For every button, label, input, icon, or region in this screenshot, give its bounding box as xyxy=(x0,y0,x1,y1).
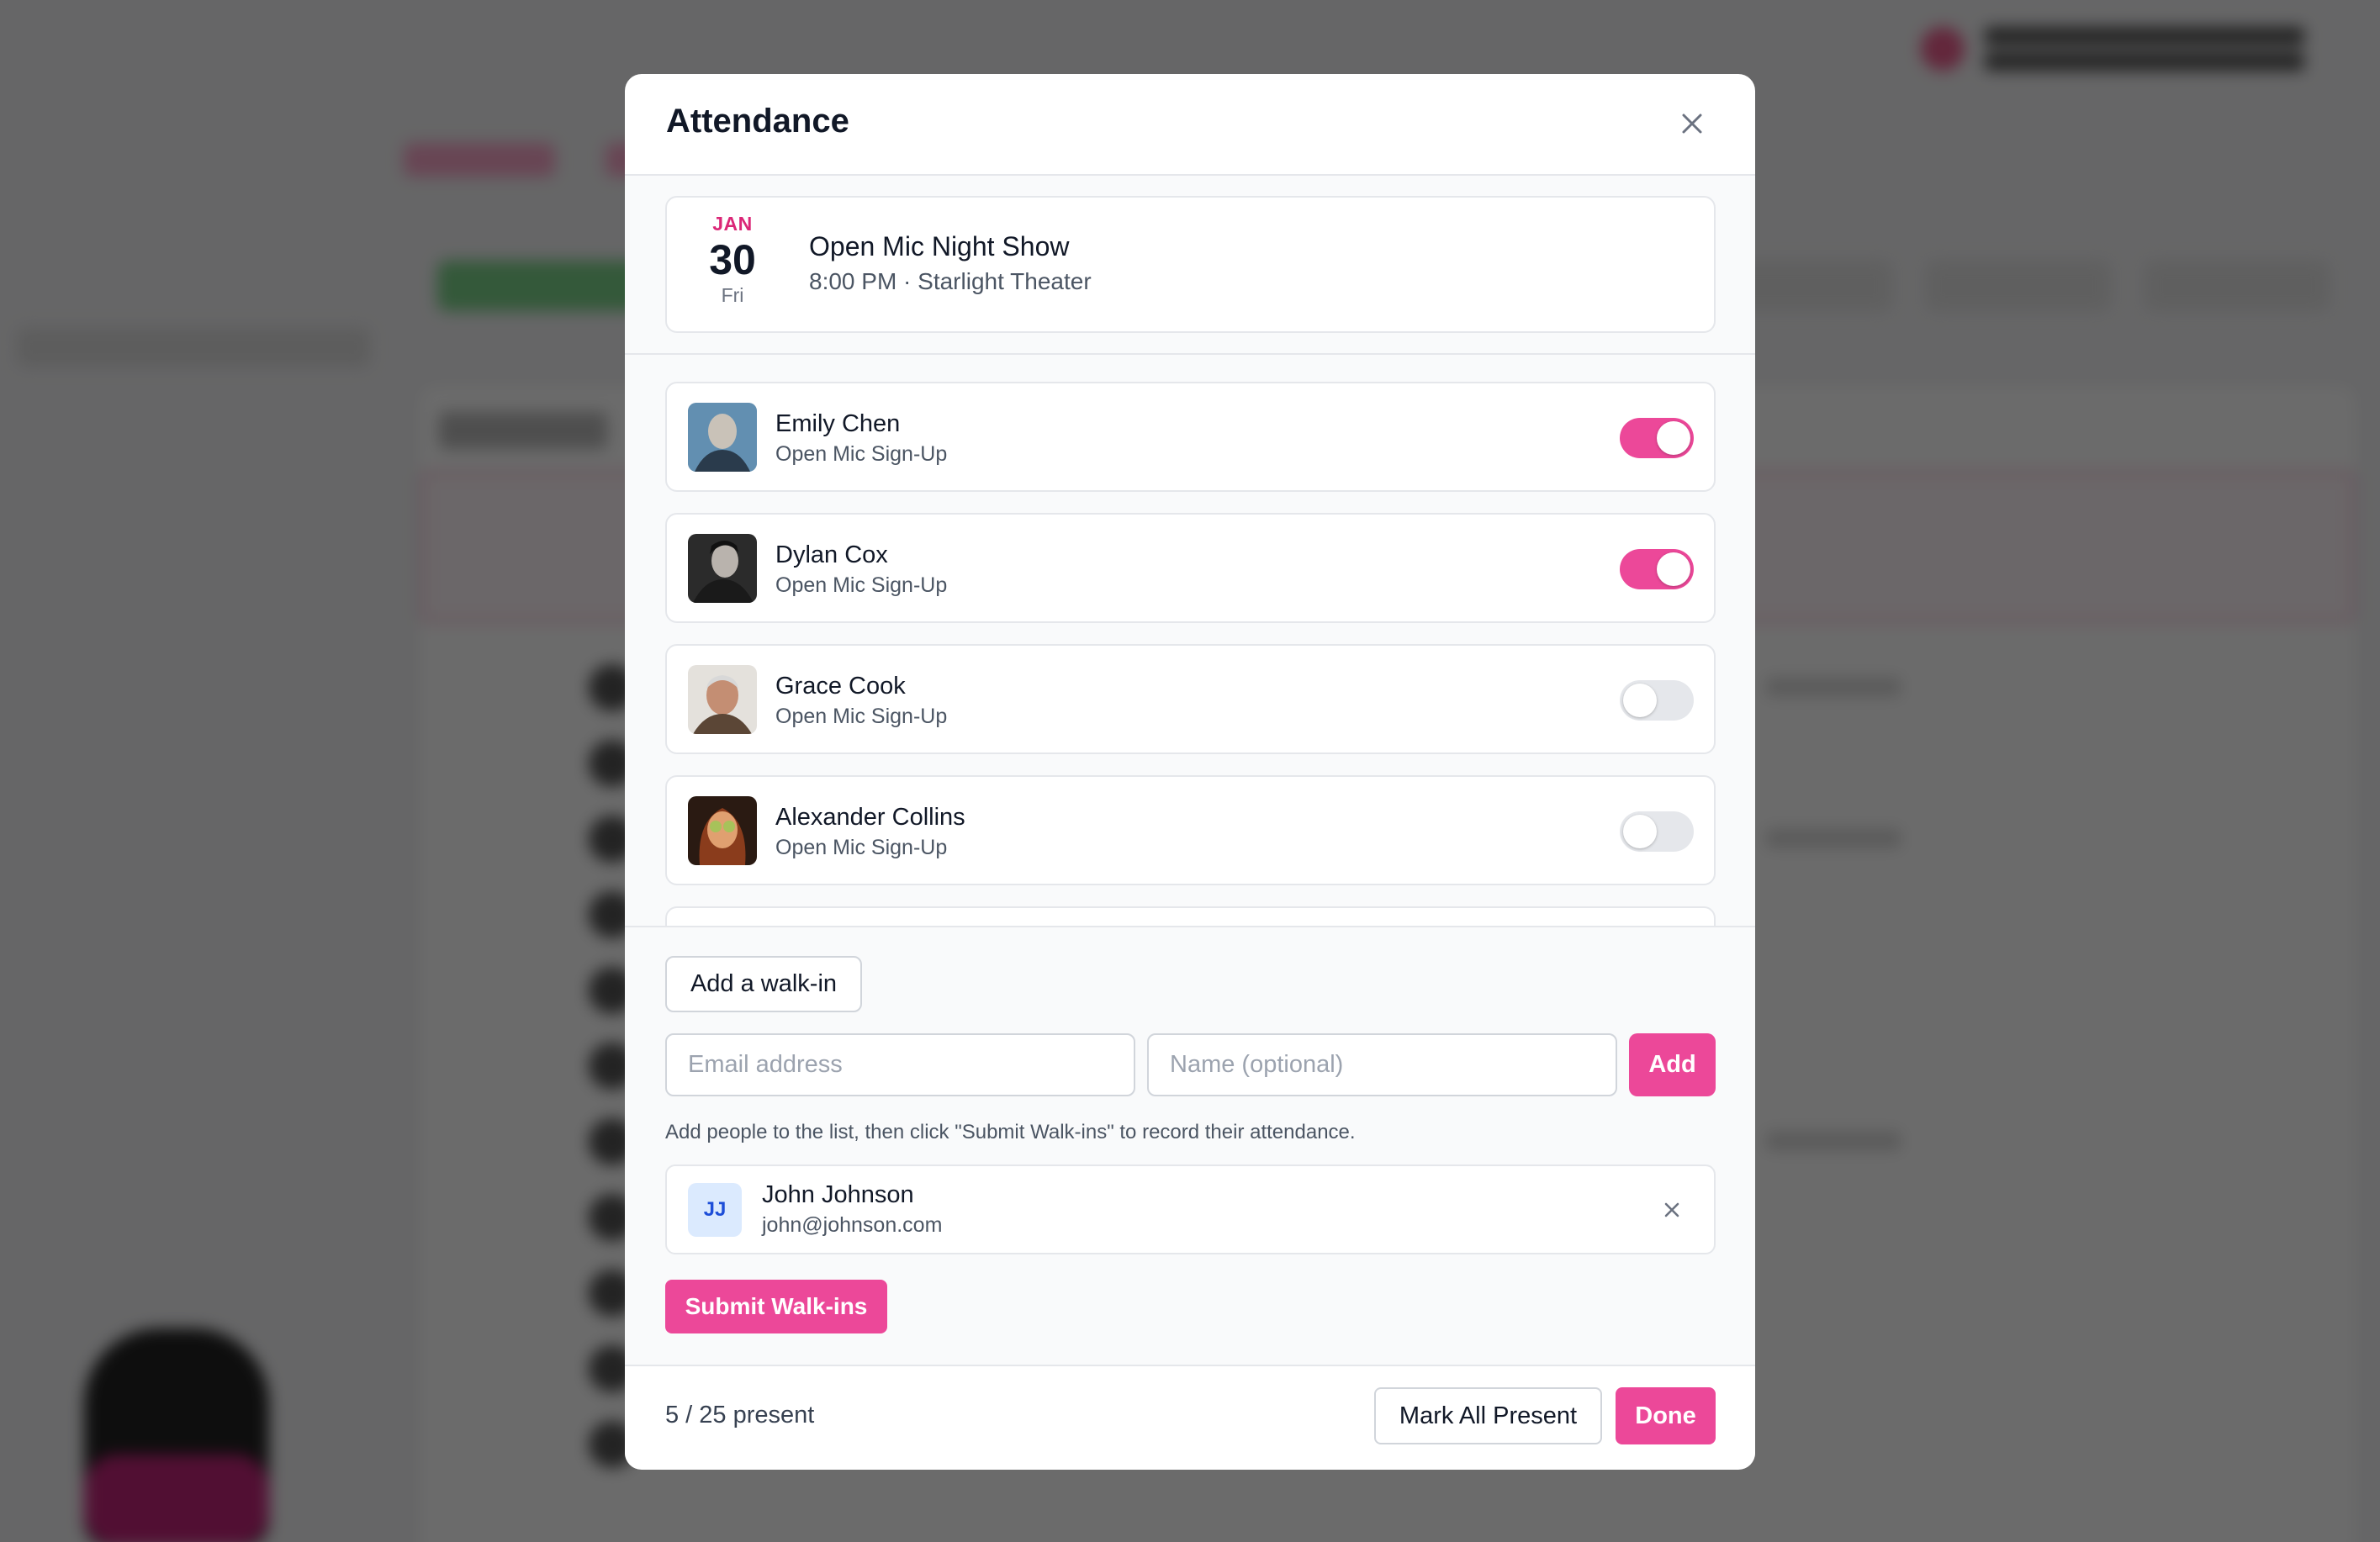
present-count: 5 / 25 present xyxy=(665,1402,815,1428)
attendee-name: Emily Chen xyxy=(775,410,901,437)
modal-title: Attendance xyxy=(666,103,849,140)
avatar xyxy=(688,665,757,734)
event-time-venue: 8:00 PM · Starlight Theater xyxy=(809,268,1092,294)
avatar xyxy=(688,796,757,865)
present-toggle[interactable] xyxy=(1620,418,1694,458)
attendee-list[interactable]: Emily Chen Open Mic Sign-Up Dylan Cox Op… xyxy=(625,355,1755,927)
attendee-row: Dylan Cox Open Mic Sign-Up xyxy=(665,513,1716,623)
attendee-source: Open Mic Sign-Up xyxy=(775,836,948,859)
attendee-row: Emily Chen Open Mic Sign-Up xyxy=(665,382,1716,492)
attendee-row: Alexander Collins Open Mic Sign-Up xyxy=(665,775,1716,885)
event-date: JAN 30 Fri xyxy=(692,213,773,307)
add-walkin-button[interactable]: Add a walk-in xyxy=(665,956,862,1012)
attendance-modal: Attendance JAN 30 Fri Open Mic Night Sho… xyxy=(625,74,1755,1470)
attendee-name: Dylan Cox xyxy=(775,541,888,568)
present-toggle[interactable] xyxy=(1620,811,1694,852)
walkin-section: Add a walk-in Add Add people to the list… xyxy=(625,927,1755,1366)
attendee-row xyxy=(665,906,1716,926)
add-button[interactable]: Add xyxy=(1629,1033,1716,1096)
event-name: Open Mic Night Show xyxy=(809,231,1070,261)
event-month: JAN xyxy=(712,213,753,235)
event-section: JAN 30 Fri Open Mic Night Show 8:00 PM ·… xyxy=(625,176,1755,355)
avatar xyxy=(688,403,757,472)
attendee-name: Alexander Collins xyxy=(775,804,965,831)
done-button[interactable]: Done xyxy=(1616,1387,1716,1444)
avatar xyxy=(688,534,757,603)
present-toggle[interactable] xyxy=(1620,680,1694,721)
attendee-source: Open Mic Sign-Up xyxy=(775,442,948,466)
mark-all-present-button[interactable]: Mark All Present xyxy=(1374,1387,1602,1444)
walkin-helper-text: Add people to the list, then click "Subm… xyxy=(665,1121,1356,1143)
name-field[interactable] xyxy=(1147,1033,1617,1096)
event-weekday: Fri xyxy=(721,284,744,306)
pending-walkin-item: JJ John Johnson john@johnson.com xyxy=(665,1164,1716,1254)
walkin-name: John Johnson xyxy=(762,1181,914,1208)
remove-walkin-close-icon[interactable] xyxy=(1662,1200,1682,1220)
attendee-source: Open Mic Sign-Up xyxy=(775,573,948,597)
attendee-row: Grace Cook Open Mic Sign-Up xyxy=(665,644,1716,754)
attendee-name: Grace Cook xyxy=(775,673,906,700)
event-card: JAN 30 Fri Open Mic Night Show 8:00 PM ·… xyxy=(665,196,1716,333)
close-icon[interactable] xyxy=(1678,109,1706,138)
present-toggle[interactable] xyxy=(1620,549,1694,589)
modal-footer: 5 / 25 present Mark All Present Done xyxy=(625,1366,1755,1468)
initials-avatar: JJ xyxy=(688,1183,742,1237)
walkin-email: john@johnson.com xyxy=(762,1213,943,1237)
submit-walkins-button[interactable]: Submit Walk-ins xyxy=(665,1280,887,1333)
event-day: 30 xyxy=(709,236,756,283)
modal-header: Attendance xyxy=(625,74,1755,176)
attendee-source: Open Mic Sign-Up xyxy=(775,705,948,728)
email-field[interactable] xyxy=(665,1033,1135,1096)
